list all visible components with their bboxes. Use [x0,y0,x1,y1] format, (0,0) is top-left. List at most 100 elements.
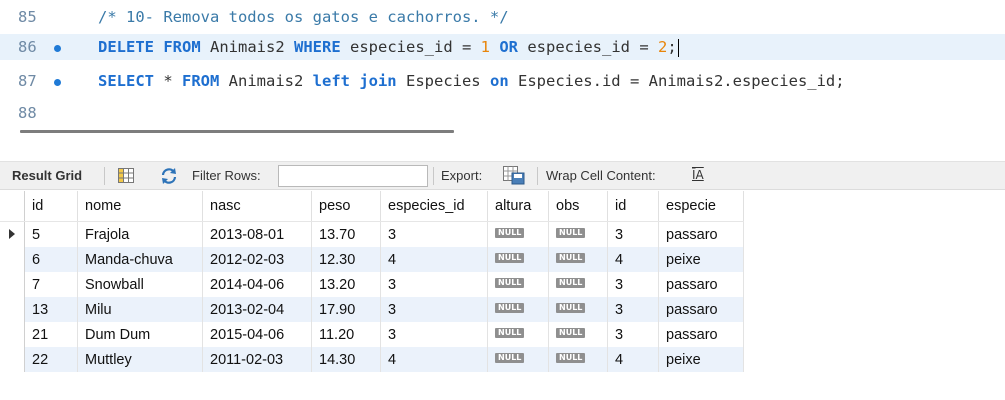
code-text[interactable]: /* 10- Remova todos os gatos e cachorros… [98,4,509,30]
row-selector[interactable] [0,297,25,322]
table-cell[interactable]: 13 [24,297,78,322]
row-selector[interactable] [0,272,25,297]
table-cell[interactable]: 6 [24,247,78,272]
column-header[interactable]: nasc [202,191,312,222]
table-cell[interactable]: 3 [380,272,488,297]
column-header[interactable]: id [24,191,78,222]
table-cell[interactable]: NULL [548,347,608,372]
table-cell[interactable]: 5 [24,221,78,247]
grid-view-icon[interactable] [118,168,134,183]
table-cell[interactable]: Muttley [77,347,203,372]
code-text[interactable]: DELETE FROM Animais2 WHERE especies_id =… [98,34,679,60]
table-cell[interactable]: NULL [487,272,549,297]
export-icon[interactable] [503,166,525,185]
table-cell[interactable]: peixe [658,347,744,372]
column-header[interactable]: peso [311,191,381,222]
code-line[interactable]: 86 DELETE FROM Animais2 WHERE especies_id… [0,34,1005,60]
table-cell[interactable]: 21 [24,322,78,347]
filter-rows-input[interactable] [278,165,428,187]
table-cell[interactable]: 17.90 [311,297,381,322]
table-cell[interactable]: passaro [658,272,744,297]
table-cell[interactable]: NULL [487,297,549,322]
table-cell[interactable]: 3 [380,297,488,322]
table-cell[interactable]: 11.20 [311,322,381,347]
table-cell[interactable]: 12.30 [311,247,381,272]
table-cell[interactable]: 4 [380,247,488,272]
table-row[interactable]: 5 Frajola 2013-08-01 13.70 3 NULL NULL 3 passaro [0,221,744,247]
column-header[interactable]: especies_id [380,191,488,222]
table-row[interactable]: 7 Snowball 2014-04-06 13.20 3 NULL NULL 3 passar… [0,272,744,297]
table-cell[interactable]: Milu [77,297,203,322]
table-cell[interactable]: 22 [24,347,78,372]
table-row[interactable]: 22 Muttley 2011-02-03 14.30 4 NULL NULL 4 peixe [0,347,744,372]
table-cell[interactable]: passaro [658,322,744,347]
null-badge: NULL [495,252,525,263]
column-header[interactable]: obs [548,191,608,222]
table-cell[interactable]: NULL [548,272,608,297]
toolbar-separator [104,167,105,185]
table-cell[interactable]: passaro [658,221,744,247]
result-toolbar: Result Grid Filter Rows: Export: Wrap Ce… [0,161,1005,190]
result-grid[interactable]: id nome nasc peso especies_id altura obs id espe… [0,191,744,372]
table-cell[interactable]: NULL [487,347,549,372]
table-cell[interactable]: Snowball [77,272,203,297]
table-cell[interactable]: 2011-02-03 [202,347,312,372]
table-cell[interactable]: 4 [380,347,488,372]
refresh-icon[interactable] [160,167,178,185]
table-cell[interactable]: Dum Dum [77,322,203,347]
table-cell[interactable]: NULL [548,322,608,347]
row-selector[interactable] [0,347,25,372]
code-line[interactable]: 85 /* 10- Remova todos os gatos e cachorr… [0,4,1005,30]
row-selector[interactable] [0,247,25,272]
column-header[interactable]: id [607,191,659,222]
table-cell[interactable]: 14.30 [311,347,381,372]
table-cell[interactable]: Frajola [77,221,203,247]
current-row-arrow-icon [9,228,15,239]
table-cell[interactable]: 13.20 [311,272,381,297]
table-row[interactable]: 21 Dum Dum 2015-04-06 11.20 3 NULL NULL 3 passar… [0,322,744,347]
table-cell[interactable]: NULL [548,297,608,322]
table-cell[interactable]: 2015-04-06 [202,322,312,347]
table-cell[interactable]: Manda-chuva [77,247,203,272]
sql-editor[interactable]: 85 /* 10- Remova todos os gatos e cachorr… [0,0,1005,128]
table-cell[interactable]: passaro [658,297,744,322]
result-grid-tab[interactable]: Result Grid [12,162,82,189]
row-selector[interactable] [0,322,25,347]
code-line[interactable]: 88 [0,100,1005,126]
table-cell[interactable]: 2013-02-04 [202,297,312,322]
table-cell[interactable]: 3 [380,322,488,347]
table-cell[interactable]: NULL [487,247,549,272]
row-selector[interactable] [0,221,25,247]
table-cell[interactable]: 2013-08-01 [202,221,312,247]
column-header[interactable]: nome [77,191,203,222]
table-cell[interactable]: 2012-02-03 [202,247,312,272]
table-cell[interactable]: peixe [658,247,744,272]
filter-rows-label: Filter Rows: [192,168,261,183]
table-cell[interactable]: 3 [607,297,659,322]
code-text[interactable]: SELECT * FROM Animais2 left join Especie… [98,68,845,94]
table-cell[interactable]: 4 [607,247,659,272]
table-cell[interactable]: 2014-04-06 [202,272,312,297]
table-cell[interactable]: NULL [487,322,549,347]
table-cell[interactable]: 3 [607,272,659,297]
table-cell[interactable]: NULL [487,221,549,247]
table-cell[interactable]: 3 [607,322,659,347]
code-line[interactable]: 87 SELECT * FROM Animais2 left join Espec… [0,68,1005,94]
table-cell[interactable]: NULL [548,247,608,272]
wrap-text-icon[interactable]: ĪA [692,168,708,183]
null-badge: NULL [556,327,586,338]
column-header[interactable]: altura [487,191,549,222]
line-number: 86 [18,38,37,56]
column-header[interactable]: especie [658,191,744,222]
table-row[interactable]: 6 Manda-chuva 2012-02-03 12.30 4 NULL NULL 4 pei… [0,247,744,272]
table-cell[interactable]: NULL [548,221,608,247]
table-cell[interactable]: 7 [24,272,78,297]
table-cell[interactable]: 3 [607,221,659,247]
table-cell[interactable]: 13.70 [311,221,381,247]
code-token: FROM [163,38,201,56]
table-cell[interactable]: 3 [380,221,488,247]
panel-splitter[interactable] [20,130,454,133]
code-token: Animais2 [200,38,294,56]
table-cell[interactable]: 4 [607,347,659,372]
table-row[interactable]: 13 Milu 2013-02-04 17.90 3 NULL NULL 3 passaro [0,297,744,322]
